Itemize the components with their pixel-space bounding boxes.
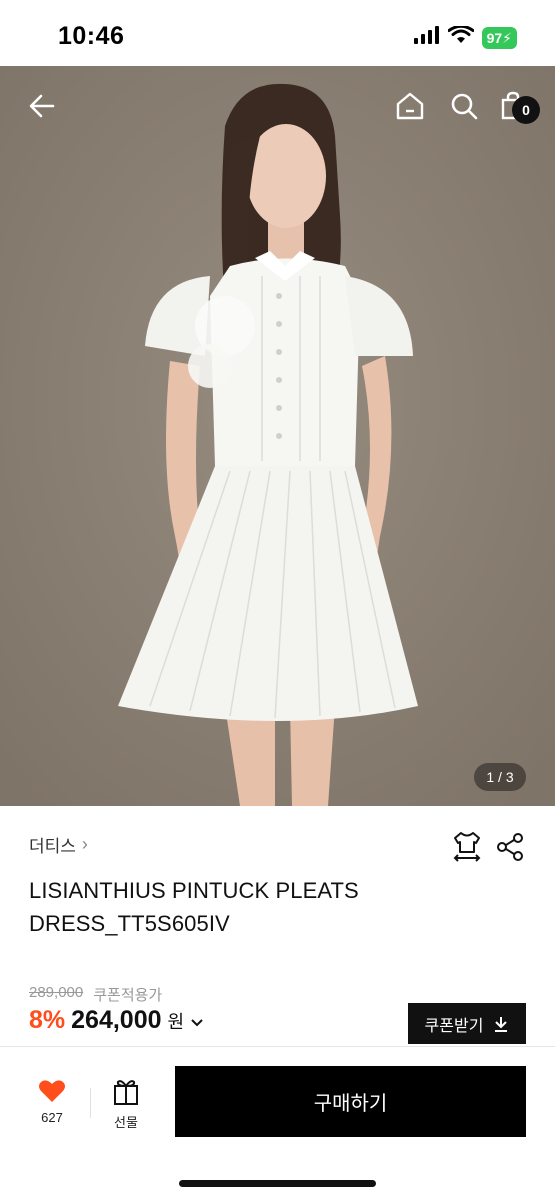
back-arrow-icon <box>29 94 55 118</box>
brand-link[interactable]: 더티스 › <box>29 832 88 857</box>
get-coupon-label: 쿠폰받기 <box>424 1017 484 1035</box>
battery-level: 97 <box>486 29 503 46</box>
signal-icon <box>413 26 440 49</box>
search-icon <box>451 93 478 120</box>
status-time: 10:46 <box>58 22 125 50</box>
original-price-row: 289,000 쿠폰적용가 <box>29 984 162 1005</box>
battery-icon: 97⚡ <box>481 26 517 49</box>
home-icon <box>396 92 424 120</box>
home-button[interactable] <box>390 86 430 126</box>
download-icon <box>495 1016 508 1032</box>
like-button[interactable]: 627 <box>24 1078 80 1125</box>
buy-button[interactable]: 구매하기 <box>175 1066 526 1137</box>
brand-name: 더티스 <box>29 837 76 856</box>
gift-label: 선물 <box>114 1115 138 1130</box>
like-count: 627 <box>41 1110 63 1125</box>
price-row[interactable]: 8% 264,000 원 <box>29 1006 204 1035</box>
get-coupon-button[interactable]: 쿠폰받기 <box>408 1003 526 1044</box>
cart-count-badge: 0 <box>512 96 540 124</box>
back-button[interactable] <box>22 86 62 126</box>
status-bar: 10:46 97⚡ <box>0 0 555 66</box>
product-photo <box>0 66 555 806</box>
sale-price: 264,000 <box>71 1006 162 1034</box>
product-title: LISIANTHIUS PINTUCK PLEATS DRESS_TT5S605… <box>29 878 359 936</box>
bottom-bar-separator <box>90 1088 91 1118</box>
home-indicator <box>179 1180 376 1187</box>
currency-label: 원 <box>167 1012 185 1032</box>
image-page-indicator: 1 / 3 <box>474 763 526 791</box>
status-icons: 97⚡ <box>413 24 517 49</box>
divider <box>0 1046 555 1047</box>
search-button[interactable] <box>444 86 484 126</box>
product-image-carousel[interactable]: 1 / 3 <box>0 66 555 806</box>
wifi-icon <box>447 24 475 49</box>
gift-button[interactable]: 선물 <box>100 1078 152 1131</box>
chevron-down-icon <box>190 1015 204 1031</box>
chevron-right-icon: › <box>81 834 88 854</box>
share-button[interactable] <box>496 832 524 867</box>
discount-rate: 8% <box>29 1006 66 1034</box>
heart-icon <box>39 1080 65 1102</box>
original-price: 289,000 <box>29 984 84 1001</box>
gift-icon <box>114 1080 138 1105</box>
size-guide-button[interactable] <box>452 830 482 867</box>
coupon-price-label: 쿠폰적용가 <box>93 987 163 1004</box>
size-guide-icon <box>453 832 481 862</box>
share-icon <box>497 833 523 861</box>
